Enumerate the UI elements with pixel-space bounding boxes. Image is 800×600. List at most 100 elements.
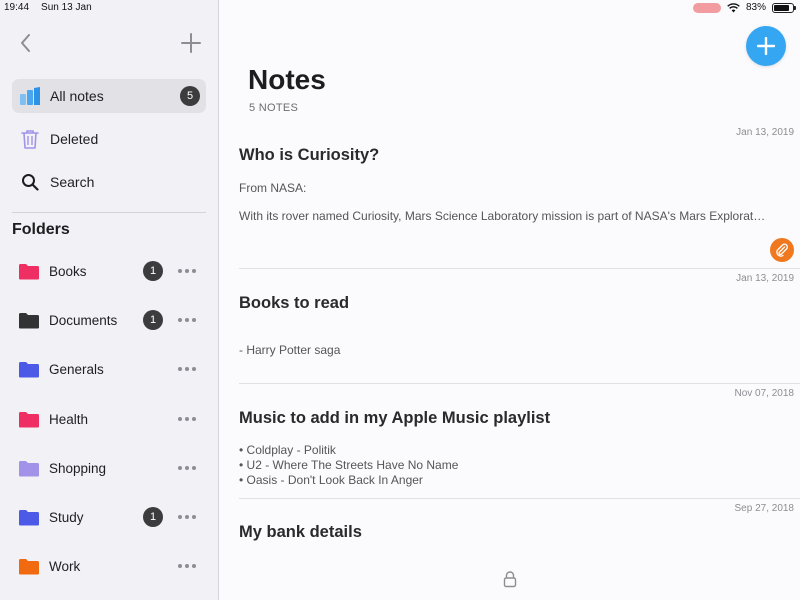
sidebar-item-deleted[interactable]: Deleted	[12, 122, 206, 156]
note-bullet: • Coldplay - Politik	[239, 443, 336, 457]
lock-icon	[503, 571, 517, 588]
dot	[185, 367, 189, 371]
trash-icon	[18, 127, 42, 151]
note-title: Who is Curiosity?	[239, 146, 380, 164]
folder-item[interactable]: Documents 1	[18, 305, 208, 335]
note-text: • Coldplay - Politik • U2 - Where The St…	[239, 443, 458, 488]
sidebar-item-search[interactable]: Search	[12, 165, 206, 199]
sidebar: All notes 5 Deleted Search Folders Books…	[0, 0, 219, 600]
dot	[192, 564, 196, 568]
back-chevron-icon[interactable]	[16, 32, 36, 54]
dot	[192, 367, 196, 371]
folder-label: Generals	[49, 361, 104, 377]
folder-label: Books	[49, 263, 87, 279]
folder-label: Work	[49, 558, 81, 574]
attachment-badge	[770, 238, 794, 262]
battery-icon	[772, 2, 796, 13]
new-note-button[interactable]	[746, 26, 786, 66]
more-options-icon[interactable]	[178, 367, 196, 371]
more-options-icon[interactable]	[178, 515, 196, 519]
note-bullet: • Oasis - Don't Look Back In Anger	[239, 473, 423, 487]
sidebar-item-label: Deleted	[50, 131, 99, 147]
note-date: Jan 13, 2019	[736, 273, 794, 284]
status-date: Sun 13 Jan	[41, 2, 92, 13]
dot	[185, 564, 189, 568]
folder-item[interactable]: Study 1	[18, 502, 208, 532]
dot	[192, 417, 196, 421]
notes-count: 5 NOTES	[249, 102, 299, 114]
folder-item[interactable]: Books 1	[18, 256, 208, 286]
dot	[192, 515, 196, 519]
folder-icon	[19, 263, 39, 279]
dot	[178, 269, 182, 273]
dot	[192, 466, 196, 470]
note-divider	[239, 268, 800, 269]
plus-icon	[757, 37, 775, 55]
note-date: Sep 27, 2018	[734, 503, 795, 514]
note-bullet: • U2 - Where The Streets Have No Name	[239, 458, 459, 472]
note-date: Jan 13, 2019	[736, 127, 794, 138]
folder-icon	[19, 411, 39, 427]
folder-item[interactable]: Health	[18, 404, 208, 434]
notes-stack-icon	[18, 84, 42, 108]
battery-level	[774, 4, 789, 11]
count-badge: 1	[143, 310, 163, 330]
note-divider	[239, 383, 800, 384]
folder-label: Health	[49, 411, 89, 427]
note-text: - Harry Potter saga	[239, 343, 341, 357]
note-text: With its rover named Curiosity, Mars Sci…	[239, 209, 766, 223]
note-divider	[239, 498, 800, 499]
dot	[185, 417, 189, 421]
dot	[178, 564, 182, 568]
battery-percent: 83%	[745, 2, 766, 13]
note-text: From NASA:	[239, 181, 307, 195]
more-options-icon[interactable]	[178, 269, 196, 273]
count-badge: 5	[180, 86, 200, 106]
add-folder-button[interactable]	[180, 32, 202, 54]
wifi-icon	[727, 2, 740, 12]
more-options-icon[interactable]	[178, 466, 196, 470]
more-options-icon[interactable]	[178, 564, 196, 568]
dot	[178, 318, 182, 322]
note-date: Nov 07, 2018	[734, 388, 795, 399]
note-title: Books to read	[239, 294, 350, 312]
notes-list-pane: Notes 5 NOTES Jan 13, 2019 Who is Curios…	[220, 0, 800, 600]
folders-heading: Folders	[12, 221, 70, 238]
folder-icon	[19, 509, 39, 525]
screen-recording-indicator	[692, 2, 721, 13]
status-time: 19:44	[4, 2, 30, 13]
sidebar-item-label: All notes	[50, 88, 104, 104]
dot	[178, 466, 182, 470]
more-options-icon[interactable]	[178, 318, 196, 322]
count-badge: 1	[143, 261, 163, 281]
page-title: Notes	[248, 64, 326, 95]
dot	[178, 417, 182, 421]
folder-icon	[19, 361, 39, 377]
paperclip-icon	[776, 243, 788, 257]
dot	[178, 367, 182, 371]
folder-item[interactable]: Work	[18, 551, 208, 581]
folder-label: Shopping	[49, 460, 107, 476]
dot	[185, 466, 189, 470]
dot	[178, 515, 182, 519]
count-badge: 1	[143, 507, 163, 527]
dot	[192, 269, 196, 273]
dot	[185, 269, 189, 273]
folder-item[interactable]: Shopping	[18, 453, 208, 483]
dot	[192, 318, 196, 322]
search-icon	[18, 170, 42, 194]
dot	[185, 515, 189, 519]
note-title: My bank details	[239, 523, 362, 541]
sidebar-item-label: Search	[50, 174, 95, 190]
sidebar-item-all-notes[interactable]: All notes 5	[12, 79, 206, 113]
folder-icon	[19, 558, 39, 574]
folder-label: Documents	[49, 312, 118, 328]
folder-icon	[19, 460, 39, 476]
dot	[185, 318, 189, 322]
sidebar-divider	[12, 212, 206, 213]
folder-icon	[19, 312, 39, 328]
status-bar: 19:44 Sun 13 Jan 83%	[0, 0, 800, 16]
folder-label: Study	[49, 509, 84, 525]
folder-item[interactable]: Generals	[18, 354, 208, 384]
more-options-icon[interactable]	[178, 417, 196, 421]
